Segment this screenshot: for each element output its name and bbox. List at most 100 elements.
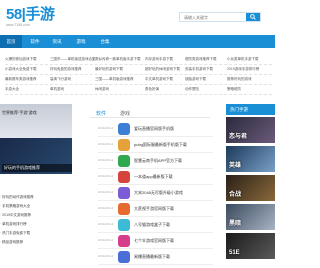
item-title: 智慧云南手机APP官方下载 xyxy=(134,158,183,163)
item-title: 七个伞游戏官网版下载 xyxy=(134,238,174,243)
app-icon xyxy=(118,219,130,231)
keyword-link[interactable]: 单机游戏 xyxy=(50,87,64,92)
item-title: 爱玩直播官网版手机版 xyxy=(134,126,174,131)
keyword-link[interactable]: 小兵类单机手游下载 xyxy=(227,57,259,62)
page: 58|手游 www.7158.com 首页 软件 资讯 游戏 合集 火爆的修仙游… xyxy=(0,0,275,268)
item-date: 2019-06-12 xyxy=(98,174,114,178)
keyword-link[interactable]: 最新赛车类游戏推荐 xyxy=(5,77,37,82)
item-date: 2019-06-12 xyxy=(98,206,114,210)
keyword-link[interactable]: 火爆的修仙游戏下载 xyxy=(5,57,37,62)
list-item[interactable]: 2019-06-12 大蔗视手游官网版下载 xyxy=(98,200,213,217)
item-title: 八号猫游戏盒子下载 xyxy=(134,222,170,227)
keyword-link[interactable]: 休闲游戏 xyxy=(95,87,109,92)
keyword-link[interactable]: 安装手机游戏下载 xyxy=(185,67,213,72)
keyword-link[interactable]: 推荐好玩的游戏 xyxy=(227,77,252,82)
nav-item-collections[interactable]: 合集 xyxy=(94,35,116,48)
hot-game-tile[interactable]: 英雄 xyxy=(226,146,275,172)
keyword-link[interactable]: 小游戏大全免费下载 xyxy=(5,67,37,72)
keyword-link[interactable]: 角色扮演 xyxy=(145,87,159,92)
item-date: 2019-06-12 xyxy=(98,222,114,226)
game-list: 2019-06-12 爱玩直播官网版手机版 2019-06-12 pubg国际服… xyxy=(98,120,213,268)
hot-games-header: 热门手游 xyxy=(226,104,275,115)
search-input[interactable] xyxy=(181,14,245,21)
item-title: 大蔗视手游官网版下载 xyxy=(134,206,174,211)
keyword-link[interactable]: 最好玩的游戏下载 xyxy=(95,67,123,72)
keyword-links: 火爆的修仙游戏下载 三国杀——单机版送游戏合集 类似传奇一款单机版手游下载 内存… xyxy=(5,55,272,95)
nav-item-news[interactable]: 资讯 xyxy=(46,35,68,48)
tile-label: 英雄 xyxy=(229,163,242,169)
list-item[interactable]: 2019-06-12 pubg国际服最新版手机版下载 xyxy=(98,136,213,153)
search-icon xyxy=(250,14,256,20)
item-title: pubg国际服最新版手机版下载 xyxy=(134,142,187,147)
keyword-link[interactable]: 类似传奇一款单机版手游下载 xyxy=(95,57,141,62)
app-icon xyxy=(118,187,130,199)
app-icon xyxy=(118,235,130,247)
keyword-link[interactable]: 烧脑游戏下载 xyxy=(185,77,206,82)
tile-label: 黑暗 xyxy=(229,221,242,227)
search-button[interactable] xyxy=(246,13,260,21)
site-logo[interactable]: 58|手游 www.7158.com xyxy=(6,7,76,29)
tile-label: 51E xyxy=(229,250,240,256)
main-nav: 首页 软件 资讯 游戏 合集 xyxy=(0,35,275,48)
list-item[interactable]: 好玩的动作游戏推荐 xyxy=(0,195,72,200)
list-item[interactable]: 2019-06-12 智慧云南手机APP官方下载 xyxy=(98,152,213,169)
hot-game-tile[interactable]: 恋与君 xyxy=(226,117,275,143)
link-row: 最新赛车类游戏推荐 高清飞行游戏 三国——单机版游戏推荐 中文单机游戏下载 烧脑… xyxy=(5,75,272,85)
tab-games[interactable]: 游戏 xyxy=(120,110,130,117)
list-item[interactable]: 2019-06-12 一本道app最新版下载 xyxy=(98,168,213,185)
keyword-link[interactable]: 中文单机游戏下载 xyxy=(145,77,173,82)
keyword-link[interactable]: 三国——单机版游戏推荐 xyxy=(95,77,134,82)
list-item[interactable]: 手机策略游戏大全 xyxy=(0,204,72,209)
tile-label: 合战 xyxy=(229,192,242,198)
app-icon xyxy=(118,251,130,263)
list-item[interactable]: 2019中文游戏推荐 xyxy=(0,213,72,218)
logo-subtitle: www.7158.com xyxy=(6,23,30,27)
hot-game-tile[interactable]: 51E xyxy=(226,233,275,259)
nav-item-games[interactable]: 游戏 xyxy=(70,35,92,48)
keyword-link[interactable]: 动作冒险 xyxy=(185,87,199,92)
keyword-link[interactable]: 塔防类游戏推荐下载 xyxy=(185,57,217,62)
link-row: 火爆的修仙游戏下载 三国杀——单机版送游戏合集 类似传奇一款单机版手游下载 内存… xyxy=(5,55,272,65)
list-item[interactable]: 精品游戏推荐 xyxy=(0,240,72,245)
item-date: 2019-06-12 xyxy=(98,254,114,258)
item-date: 2019-06-12 xyxy=(98,158,114,162)
list-item[interactable]: 热门手游免费下载 xyxy=(0,231,72,236)
tile-label: 恋与君 xyxy=(229,134,248,140)
item-date: 2019-06-12 xyxy=(98,142,114,146)
list-item[interactable]: 单机游戏排行榜 xyxy=(0,222,72,227)
hot-game-tile[interactable]: 合战 xyxy=(226,175,275,201)
list-item[interactable]: 2019-06-12 大宋2048无尽版升级小游戏 xyxy=(98,184,213,201)
hot-games-panel: 热门手游 恋与君 英雄 合战 黑暗 51E xyxy=(226,104,275,268)
nav-item-home[interactable]: 首页 xyxy=(0,35,22,48)
hot-game-tile[interactable]: 黑暗 xyxy=(226,204,275,230)
featured-banner[interactable]: 世界推荐“手游”游戏 好玩的手机游戏推荐 xyxy=(0,104,72,174)
list-item[interactable]: 2019-06-12 爱玩直播官网版手机版 xyxy=(98,120,213,137)
logo-text: 58|手游 xyxy=(6,6,55,23)
keyword-link[interactable]: 超好玩的休闲游戏下载 xyxy=(145,67,180,72)
link-row: 小游戏大全免费下载 好玩免费的游戏推荐 最好玩的游戏下载 超好玩的休闲游戏下载 … xyxy=(5,65,272,75)
app-icon xyxy=(118,123,130,135)
keyword-link[interactable]: 内存游戏手游下载 xyxy=(145,57,173,62)
list-item[interactable]: 2019-06-12 易爆直播最新版下载 xyxy=(98,248,213,265)
app-icon xyxy=(118,155,130,167)
item-date: 2019-06-12 xyxy=(98,190,114,194)
app-icon xyxy=(118,139,130,151)
banner-caption: 好玩的手机游戏推荐 xyxy=(2,164,72,172)
tab-software[interactable]: 软件 xyxy=(96,110,106,117)
banner-text: 世界推荐“手游”游戏 xyxy=(2,110,37,115)
keyword-link[interactable]: 2019游戏手游排行榜 xyxy=(227,67,259,72)
list-item[interactable]: 2019-06-12 八号猫游戏盒子下载 xyxy=(98,216,213,233)
keyword-link[interactable]: 策略塔防 xyxy=(227,87,241,92)
keyword-link[interactable]: 好玩免费的游戏推荐 xyxy=(50,67,82,72)
site-header: 58|手游 www.7158.com xyxy=(0,0,275,34)
item-date: 2019-06-12 xyxy=(98,238,114,242)
keyword-link[interactable]: 三国杀——单机版送游戏合集 xyxy=(50,57,96,62)
link-row: 手游大全 单机游戏 休闲游戏 角色扮演 动作冒险 策略塔防 xyxy=(5,85,272,95)
content-tabs: 软件 游戏 xyxy=(90,108,210,118)
keyword-link[interactable]: 手游大全 xyxy=(5,87,19,92)
app-icon xyxy=(118,203,130,215)
item-date: 2019-06-12 xyxy=(98,126,114,130)
keyword-link[interactable]: 高清飞行游戏 xyxy=(50,77,71,82)
list-item[interactable]: 2019-06-12 七个伞游戏官网版下载 xyxy=(98,232,213,249)
nav-item-software[interactable]: 软件 xyxy=(24,35,46,48)
